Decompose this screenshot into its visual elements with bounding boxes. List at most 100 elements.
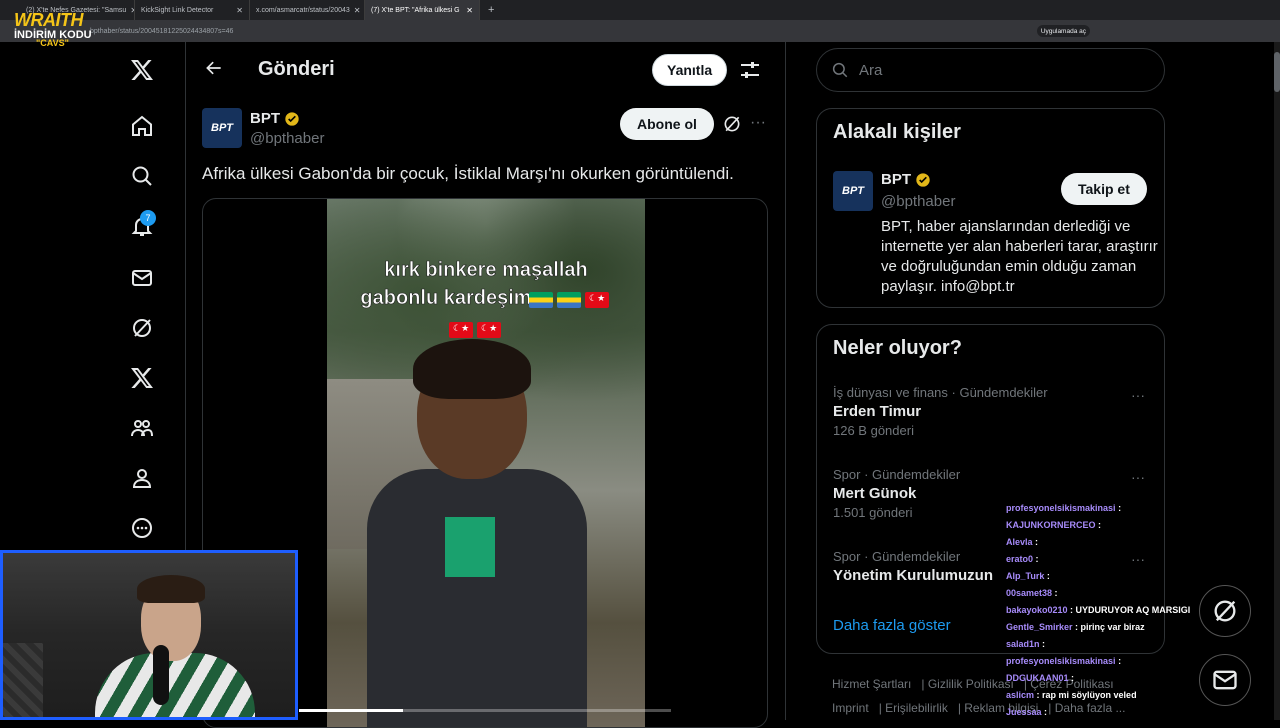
x-logo-icon[interactable] <box>128 56 156 84</box>
footer-link[interactable]: Hizmet Şartları <box>832 677 911 691</box>
gabon-flag-icon <box>529 291 553 308</box>
scrollbar-track[interactable] <box>1274 42 1280 720</box>
trend-item[interactable]: İş dünyası ve finans · Gündemdekiler Erd… <box>833 385 1153 438</box>
streamer-webcam <box>0 550 298 720</box>
chat-message: aslicm : rap mi söylüyon veled <box>1006 687 1206 704</box>
stream-chat-overlay: profesyonelsikismakinasi : KAJUNKORNERCEO… <box>1006 500 1206 721</box>
video-progress-bar[interactable] <box>299 709 671 712</box>
follow-button[interactable]: Takip et <box>1061 173 1147 205</box>
more-circle-icon[interactable] <box>128 514 156 542</box>
streamer-hair <box>137 575 205 603</box>
chat-username: Alp_Turk <box>1006 571 1045 581</box>
related-handle[interactable]: @bpthaber <box>881 193 955 210</box>
chat-text: : <box>1068 673 1075 683</box>
grok-icon[interactable] <box>722 114 742 134</box>
chat-username: Gentle_Smirker <box>1006 622 1073 632</box>
footer-link[interactable]: Erişilebilirlik <box>885 701 948 715</box>
messages-fab-button[interactable] <box>1199 654 1251 706</box>
related-avatar[interactable]: BPT <box>833 171 873 211</box>
communities-icon[interactable] <box>128 414 156 442</box>
chat-text: : <box>1115 656 1122 666</box>
search-icon[interactable] <box>128 162 156 190</box>
more-options-icon[interactable]: ··· <box>750 114 768 134</box>
subscribe-button[interactable]: Abone ol <box>620 108 714 140</box>
author-name-text[interactable]: BPT <box>250 110 280 127</box>
chat-text: : <box>1039 639 1046 649</box>
back-arrow-icon[interactable] <box>204 58 224 78</box>
grok-fab-button[interactable] <box>1199 585 1251 637</box>
chat-username: 00samet38 <box>1006 588 1053 598</box>
page-title: Gönderi <box>258 58 335 80</box>
author-handle[interactable]: @bpthaber <box>250 130 324 147</box>
video-caption-flags <box>527 291 611 309</box>
close-icon[interactable]: ✕ <box>466 6 473 15</box>
open-in-app-button[interactable]: Uygulamada aç <box>1036 25 1090 37</box>
author-avatar[interactable]: BPT <box>202 108 242 148</box>
chat-username: profesyonelsikismakinasi <box>1006 656 1116 666</box>
trend-category: İş dünyası ve finans · Gündemdekiler <box>833 385 1048 400</box>
video-caption-flags-2 <box>447 321 503 339</box>
grok-icon[interactable] <box>128 314 156 342</box>
mail-icon <box>1213 670 1237 690</box>
mail-icon[interactable] <box>128 264 156 292</box>
home-icon[interactable] <box>128 112 156 140</box>
chat-text: : <box>1052 588 1058 598</box>
profile-icon[interactable] <box>128 464 156 492</box>
chat-message: DDGUKAAN01 : <box>1006 670 1206 687</box>
author-name[interactable]: BPT <box>250 110 300 127</box>
verified-gold-icon <box>285 111 299 126</box>
show-more-link[interactable]: Daha fazla göster <box>833 617 951 634</box>
streamer-body <box>95 653 255 717</box>
chat-text: : <box>1095 520 1102 530</box>
chat-message: erato0 : <box>1006 551 1206 568</box>
related-name-text[interactable]: BPT <box>881 171 911 188</box>
chat-message: KAJUNKORNERCEO : <box>1006 517 1206 534</box>
acoustic-foam <box>3 643 43 717</box>
trend-category: Spor · Gündemdekiler <box>833 467 961 482</box>
browser-tab[interactable]: KickSight Link Detector ✕ <box>135 0 250 20</box>
trend-more-icon[interactable]: ··· <box>1131 469 1149 485</box>
reply-button[interactable]: Yanıtla <box>652 54 728 86</box>
chat-message: Alp_Turk : <box>1006 568 1206 585</box>
url-text[interactable]: bpthaber/status/20045181225024434807s=46 <box>90 28 233 35</box>
post-header: Gönderi Yanıtla <box>186 46 784 94</box>
trend-more-icon[interactable]: ··· <box>1131 387 1149 403</box>
scrollbar-thumb[interactable] <box>1274 52 1280 92</box>
browser-tab-active[interactable]: (7) X'te BPT: "Afrika ülkesi G ✕ <box>365 0 480 20</box>
browser-tab-bar: (2) X'te Nefes Gazetesi: "Samsu✕ KickSig… <box>0 0 1280 20</box>
related-bio: BPT, haber ajanslarından derlediği ve in… <box>881 218 1158 295</box>
chat-text: : <box>1044 571 1050 581</box>
stream-brand-overlay: WRAITH İNDİRİM KODU "CAVS" <box>14 10 94 58</box>
related-name[interactable]: BPT <box>881 171 931 188</box>
chat-text: : rap mi söylüyon veled <box>1034 690 1137 700</box>
video-progress-fill <box>299 709 404 712</box>
chat-username: Juessaa <box>1006 707 1042 717</box>
footer-link[interactable]: Gizlilik Politikası <box>928 677 1014 691</box>
trend-count: 126 B gönderi <box>833 423 914 438</box>
search-placeholder: Ara <box>859 61 883 79</box>
chat-message: profesyonelsikismakinasi : <box>1006 653 1206 670</box>
video-caption-text: gabonlu kardeşim <box>360 287 532 310</box>
browser-tab[interactable]: x.com/asmarcatr/status/20043 ✕ <box>250 0 365 20</box>
close-icon[interactable]: ✕ <box>354 6 361 15</box>
chat-message: profesyonelsikismakinasi : <box>1006 500 1206 517</box>
video-player[interactable]: kırk binkere maşallah gabonlu kardeşim <box>327 199 645 727</box>
verified-gold-icon <box>916 172 930 187</box>
new-tab-icon[interactable]: + <box>488 4 494 16</box>
settings-sliders-icon[interactable] <box>738 58 762 82</box>
grok-icon <box>1214 600 1236 622</box>
footer-link[interactable]: Imprint <box>832 701 869 715</box>
chat-text: : <box>1115 503 1122 513</box>
chat-text: : pirinç var biraz <box>1072 622 1145 632</box>
search-input[interactable]: Ara <box>816 48 1165 92</box>
chat-text: : UYDURUYOR AQ MARSIGI <box>1067 605 1191 615</box>
search-icon <box>832 62 848 78</box>
close-icon[interactable]: ✕ <box>236 6 243 15</box>
microphone <box>153 645 169 705</box>
gabon-flag-icon <box>557 291 581 308</box>
chat-text: : <box>1033 554 1039 564</box>
turkey-flag-icon <box>477 321 501 338</box>
brand-line-1: WRAITH <box>14 10 83 30</box>
chat-message: 00samet38 : <box>1006 585 1206 602</box>
premium-x-icon[interactable] <box>128 364 156 392</box>
